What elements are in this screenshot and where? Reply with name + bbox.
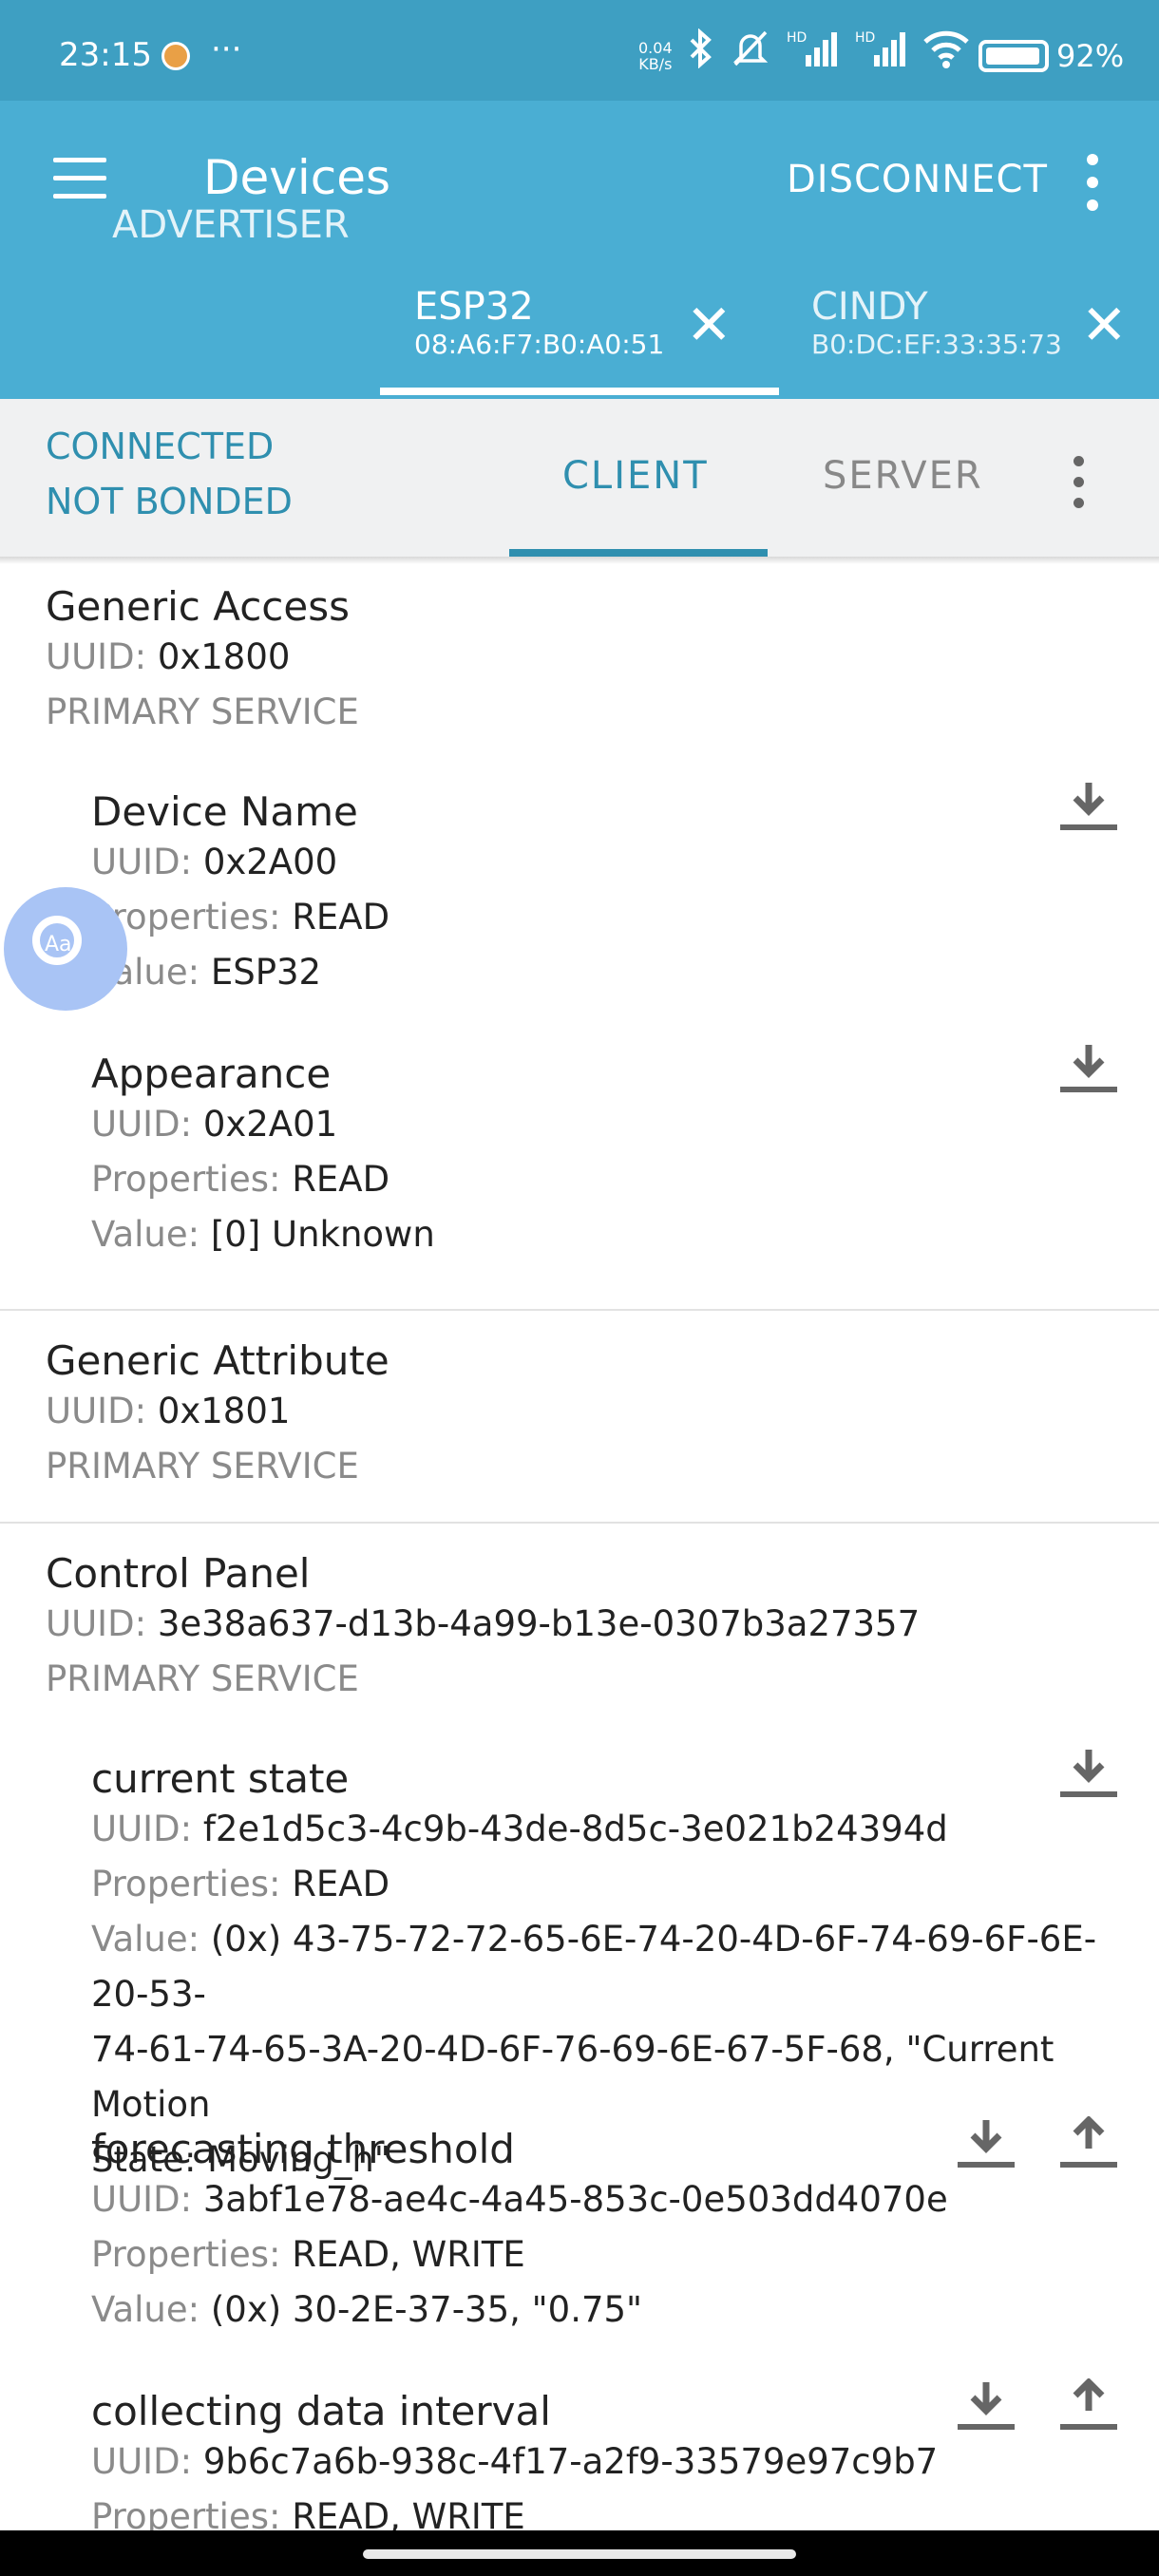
close-tab-esp32-icon[interactable]: ✕ [686, 293, 732, 357]
service-type: PRIMARY SERVICE [46, 1446, 359, 1487]
mute-bell-icon [732, 30, 769, 66]
overflow-menu-icon[interactable] [1085, 154, 1100, 222]
service-type: PRIMARY SERVICE [46, 1658, 359, 1699]
floating-text-assist-icon[interactable]: Aa [4, 887, 127, 1011]
close-tab-cindy-icon[interactable]: ✕ [1081, 293, 1128, 357]
tab-device-mac: 08:A6:F7:B0:A0:51 [414, 329, 665, 360]
characteristic-properties: READ [292, 1159, 390, 1200]
characteristic-uuid: 0x2A00 [202, 842, 338, 882]
signal-icon: HD [787, 30, 837, 66]
service-generic-access[interactable]: Generic Access UUID: 0x1800 PRIMARY SERV… [46, 583, 359, 740]
status-bar: 23:15 ··· 0.04 KB/s HD HD 92% [0, 0, 1159, 101]
write-upload-icon[interactable] [1060, 2378, 1117, 2432]
connection-overflow-icon[interactable] [1074, 456, 1084, 519]
characteristic-properties: READ, WRITE [292, 2234, 525, 2275]
tab-device-name: ESP32 [414, 285, 534, 329]
disconnect-button[interactable]: DISCONNECT [787, 158, 1048, 201]
service-type: PRIMARY SERVICE [46, 691, 359, 732]
battery-icon [978, 40, 1049, 72]
service-name: Generic Attribute [46, 1337, 390, 1384]
tab-server[interactable]: SERVER [823, 454, 983, 498]
characteristic-name: collecting data interval [91, 2388, 551, 2434]
connection-state: CONNECTED [46, 426, 275, 467]
read-download-icon[interactable] [1060, 779, 1117, 832]
characteristic-collecting-data-interval[interactable]: collecting data interval UUID: 9b6c7a6b-… [91, 2388, 1098, 2545]
read-download-icon[interactable] [958, 2378, 1015, 2432]
service-name: Control Panel [46, 1550, 311, 1597]
active-tab-indicator [380, 388, 779, 395]
wifi-icon [923, 30, 969, 68]
characteristic-device-name[interactable]: Device Name UUID: 0x2A00 Properties: REA… [91, 788, 1098, 1000]
characteristic-properties: READ [292, 897, 390, 938]
characteristic-forecasting-threshold[interactable]: forecasting threshold UUID: 3abf1e78-ae4… [91, 2126, 1098, 2338]
home-gesture-handle[interactable] [363, 2549, 796, 2559]
characteristic-value: ESP32 [210, 952, 322, 993]
characteristic-uuid: 3abf1e78-ae4c-4a45-853c-0e503dd4070e [202, 2179, 948, 2220]
svg-text:HD: HD [855, 30, 875, 46]
tab-device-name: CINDY [811, 285, 928, 329]
svg-text:HD: HD [787, 30, 807, 46]
tab-client[interactable]: CLIENT [562, 454, 709, 498]
read-download-icon[interactable] [1060, 1746, 1117, 1799]
characteristic-name: Appearance [91, 1051, 332, 1097]
characteristic-name: current state [91, 1755, 350, 1802]
service-generic-attribute[interactable]: Generic Attribute UUID: 0x1801 PRIMARY S… [46, 1337, 390, 1494]
service-uuid: 3e38a637-d13b-4a99-b13e-0307b3a27357 [157, 1603, 921, 1644]
notification-app-icon [162, 42, 190, 70]
characteristic-current-state[interactable]: current state UUID: f2e1d5c3-4c9b-43de-8… [91, 1755, 1098, 2188]
tab-cindy[interactable]: CINDY B0:DC:EF:33:35:73 [811, 285, 1062, 360]
read-download-icon[interactable] [958, 2116, 1015, 2169]
signal-icon-2: HD [855, 30, 905, 66]
characteristic-properties: READ [292, 1864, 390, 1904]
service-uuid: 0x1800 [157, 636, 291, 677]
characteristic-value-cont: 74-61-74-65-3A-20-4D-6F-76-69-6E-67-5F-6… [91, 2029, 1054, 2125]
service-name: Generic Access [46, 583, 351, 630]
read-download-icon[interactable] [1060, 1041, 1117, 1094]
bluetooth-icon [690, 28, 712, 68]
tab-esp32[interactable]: ESP32 08:A6:F7:B0:A0:51 [414, 285, 664, 360]
service-uuid: 0x1801 [157, 1391, 291, 1431]
characteristic-uuid: f2e1d5c3-4c9b-43de-8d5c-3e021b24394d [202, 1809, 948, 1849]
page-title: Devices [203, 150, 391, 205]
status-more-indicator: ··· [211, 30, 242, 68]
characteristic-value: (0x) 30-2E-37-35, "0.75" [210, 2289, 643, 2330]
status-time: 23:15 [59, 36, 152, 74]
client-tab-indicator [509, 549, 768, 557]
characteristic-name: Device Name [91, 788, 358, 835]
net-speed: 0.04 KB/s [638, 39, 673, 73]
service-control-panel[interactable]: Control Panel UUID: 3e38a637-d13b-4a99-b… [46, 1550, 920, 1707]
characteristic-value: [0] Unknown [210, 1214, 435, 1255]
tab-advertiser[interactable]: ADVERTISER [112, 203, 350, 247]
menu-icon[interactable] [53, 158, 106, 199]
characteristic-name: forecasting threshold [91, 2126, 515, 2172]
tab-device-mac: B0:DC:EF:33:35:73 [811, 329, 1062, 360]
characteristic-appearance[interactable]: Appearance UUID: 0x2A01 Properties: READ… [91, 1051, 1098, 1262]
battery-level: 92% [1056, 38, 1125, 74]
characteristic-value: (0x) 43-75-72-72-65-6E-74-20-4D-6F-74-69… [91, 1919, 1097, 2015]
characteristic-uuid: 0x2A01 [202, 1104, 338, 1145]
characteristic-uuid: 9b6c7a6b-938c-4f17-a2f9-33579e97c9b7 [202, 2441, 939, 2482]
write-upload-icon[interactable] [1060, 2116, 1117, 2169]
bond-state: NOT BONDED [46, 481, 293, 522]
